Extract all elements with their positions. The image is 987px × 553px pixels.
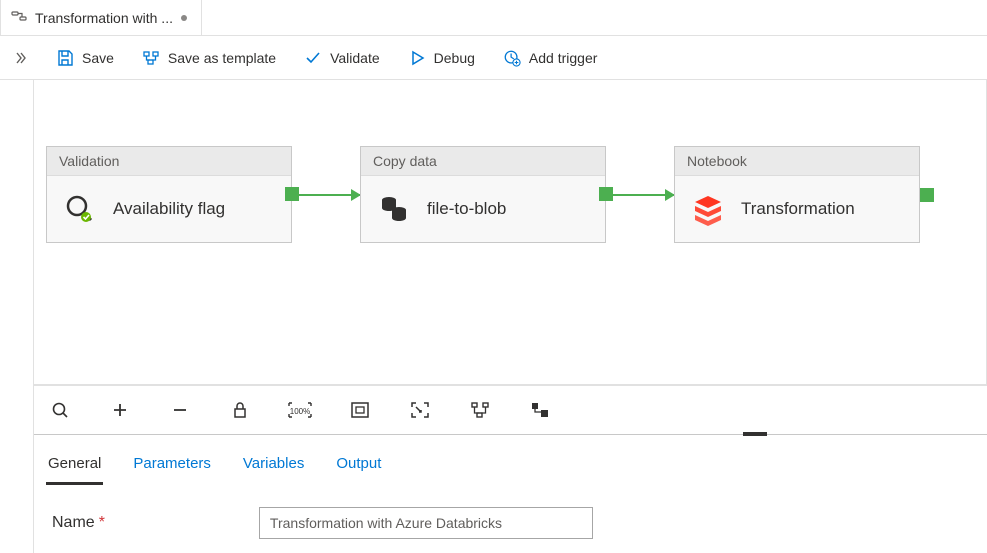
add-trigger-label: Add trigger [529, 50, 597, 66]
panel-drag-handle[interactable] [743, 432, 767, 436]
save-template-button[interactable]: Save as template [130, 43, 288, 73]
zoom-in-button[interactable] [102, 396, 138, 424]
lock-button[interactable] [222, 396, 258, 424]
properties-tabs: General Parameters Variables Output [46, 441, 975, 485]
left-gutter [0, 80, 34, 553]
pipeline-canvas[interactable]: Validation Availability flag Copy data [34, 80, 987, 385]
tab-variables[interactable]: Variables [241, 447, 306, 485]
activity-validation[interactable]: Validation Availability flag [46, 146, 292, 243]
connector-stub[interactable] [920, 188, 934, 202]
pipeline-icon [11, 8, 27, 27]
zoom-100-button[interactable]: 100% [282, 396, 318, 424]
required-asterisk: * [99, 514, 105, 531]
auto-layout-button[interactable] [462, 396, 498, 424]
validate-button[interactable]: Validate [292, 43, 392, 73]
connector-success [606, 194, 674, 195]
tab-output[interactable]: Output [334, 447, 383, 485]
activity-copy-data[interactable]: Copy data file-to-blob [360, 146, 606, 243]
add-trigger-button[interactable]: Add trigger [491, 43, 609, 73]
dirty-dot-icon [181, 15, 187, 21]
save-label: Save [82, 50, 114, 66]
tab-title: Transformation with ... [35, 10, 173, 26]
name-input[interactable] [259, 507, 593, 539]
databricks-icon [691, 192, 725, 226]
properties-panel: General Parameters Variables Output Name… [34, 434, 987, 553]
svg-text:100%: 100% [290, 407, 310, 416]
align-button[interactable] [522, 396, 558, 424]
tab-general[interactable]: General [46, 447, 103, 485]
fit-screen-button[interactable] [342, 396, 378, 424]
activity-type-label: Validation [47, 147, 291, 176]
connector-success [292, 194, 360, 195]
activity-notebook[interactable]: Notebook Transformation [674, 146, 920, 243]
save-button[interactable]: Save [44, 43, 126, 73]
play-icon [408, 49, 426, 67]
activity-name: file-to-blob [427, 199, 506, 219]
zoom-search-button[interactable] [42, 396, 78, 424]
debug-label: Debug [434, 50, 475, 66]
template-icon [142, 49, 160, 67]
trigger-icon [503, 49, 521, 67]
tab-parameters[interactable]: Parameters [131, 447, 213, 485]
tab-strip: Transformation with ... [0, 0, 987, 36]
activity-type-label: Copy data [361, 147, 605, 176]
check-icon [304, 49, 322, 67]
zoom-out-button[interactable] [162, 396, 198, 424]
database-copy-icon [377, 192, 411, 226]
fullscreen-button[interactable] [402, 396, 438, 424]
magnifier-check-icon [63, 192, 97, 226]
command-bar: Save Save as template Validate Debug Add [0, 36, 987, 80]
activity-name: Availability flag [113, 199, 225, 219]
activity-name: Transformation [741, 199, 855, 219]
activity-type-label: Notebook [675, 147, 919, 176]
canvas-toolbar: 100% [34, 385, 987, 434]
pipeline-tab[interactable]: Transformation with ... [0, 0, 202, 35]
save-icon [56, 49, 74, 67]
save-template-label: Save as template [168, 50, 276, 66]
validate-label: Validate [330, 50, 380, 66]
name-label: Name* [52, 514, 105, 532]
debug-button[interactable]: Debug [396, 43, 487, 73]
expand-panel-button[interactable] [6, 51, 40, 65]
